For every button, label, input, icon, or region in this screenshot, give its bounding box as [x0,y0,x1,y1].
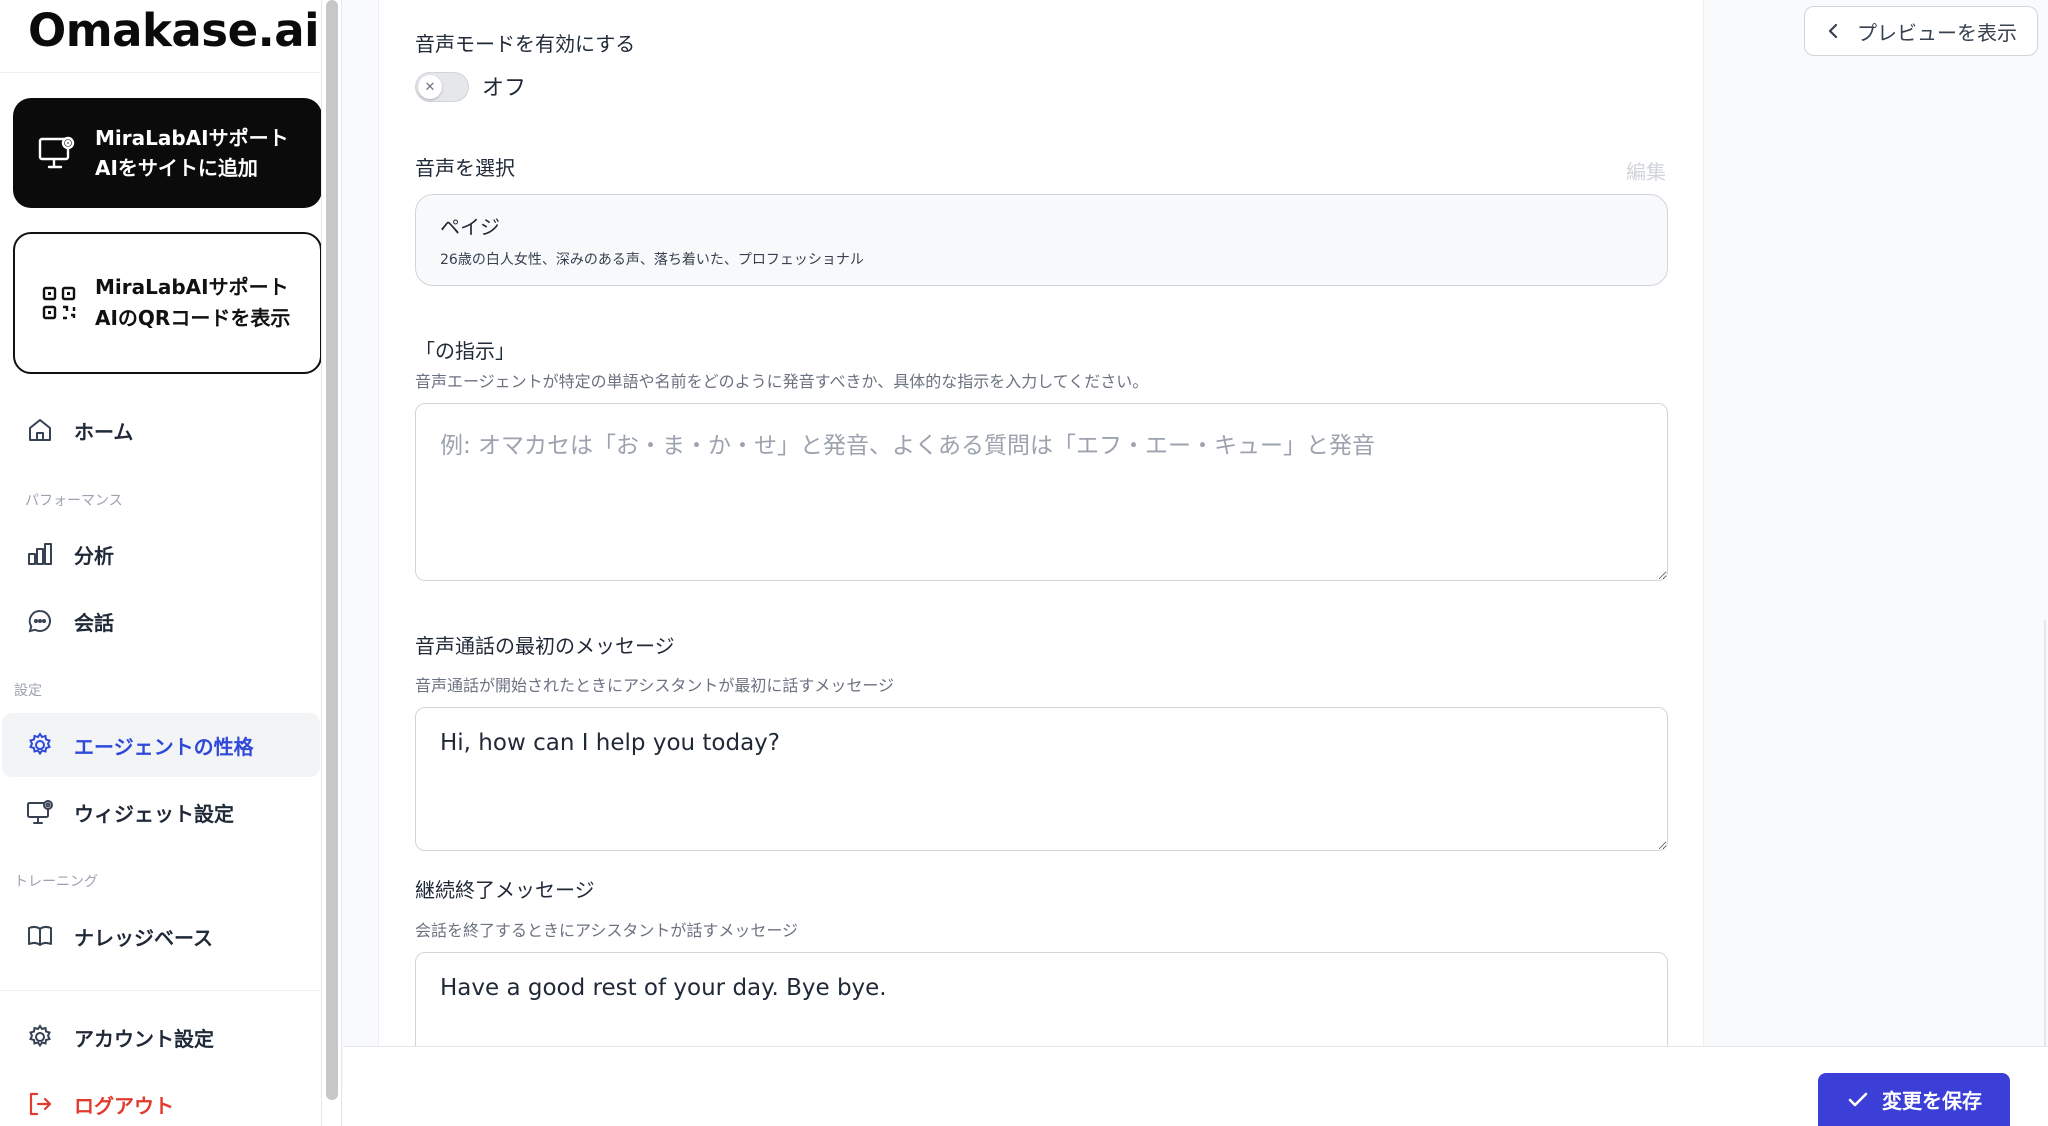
first-message-helper: 音声通話が開始されたときにアシスタントが最初に話すメッセージ [415,676,895,695]
show-preview-label: プレビューを表示 [1857,20,2017,45]
end-message-helper: 会話を終了するときにアシスタントが話すメッセージ [415,921,799,940]
gear-icon [29,732,51,756]
book-icon [28,925,52,946]
sidebar-item-label: 分析 [74,543,114,568]
chat-bubble-icon [28,609,51,633]
sidebar-item-home[interactable]: ホーム [2,398,320,462]
pronunciation-helper: 音声エージェントが特定の単語や名前をどのように発音すべきか、具体的な指示を入力し… [415,372,1149,391]
close-icon: ✕ [418,75,442,99]
sidebar-item-label: エージェントの性格 [74,734,254,759]
sidebar-item-logout[interactable]: ログアウト [2,1072,320,1126]
sidebar-item-label: アカウント設定 [74,1026,214,1051]
voice-name: ペイジ [440,215,500,239]
show-preview-button[interactable]: プレビューを表示 [1804,6,2038,56]
monitor-gear-icon [27,800,53,824]
chevron-left-icon [1828,23,1838,39]
sidebar-item-label: ホーム [74,419,134,444]
show-qr-button[interactable]: MiraLabAIサポートAIのQRコードを表示 [13,232,321,374]
sidebar-item-label: ナレッジベース [74,925,213,950]
sidebar-item-analytics[interactable]: 分析 [2,522,320,586]
divider [0,72,321,73]
save-changes-label: 変更を保存 [1882,1089,1982,1113]
add-to-site-button[interactable]: MiraLabAIサポートAIをサイトに追加 [13,98,321,208]
gear-icon [29,1024,51,1048]
voice-select-box[interactable]: ペイジ 26歳の白人女性、深みのある声、落ち着いた、プロフェッショナル [415,194,1668,286]
voice-select-label: 音声を選択 [415,156,515,180]
pronunciation-input[interactable] [415,403,1668,581]
sidebar-item-widget-settings[interactable]: ウィジェット設定 [2,780,320,844]
sidebar-scrollbar-thumb[interactable] [326,0,338,1100]
footer-bar [343,1046,2048,1126]
voice-edit-link[interactable]: 編集 [1626,156,1666,185]
section-label-performance: パフォーマンス [25,493,123,509]
pronunciation-label: 「の指示」 [415,339,515,363]
voice-mode-label: 音声モードを有効にする [415,32,636,56]
section-label-settings: 設定 [14,683,42,699]
first-message-input[interactable] [415,707,1668,851]
divider [0,990,321,991]
app-logo[interactable]: Omakase.ai [28,4,320,57]
checkmark-icon [1848,1092,1868,1106]
monitor-gear-icon [38,136,75,169]
bar-chart-icon [28,543,52,565]
logout-icon [29,1092,52,1116]
show-qr-label: MiraLabAIサポートAIのQRコードを表示 [95,275,291,330]
sidebar-item-knowledge-base[interactable]: ナレッジベース [2,904,320,968]
qr-code-icon [42,286,76,320]
home-icon [29,419,51,441]
voice-mode-state: オフ [482,76,527,101]
sidebar-item-label: ウィジェット設定 [74,801,234,826]
first-message-label: 音声通話の最初のメッセージ [415,634,675,658]
sidebar-item-conversations[interactable]: 会話 [2,589,320,653]
section-label-training: トレーニング [14,874,98,890]
voice-mode-toggle[interactable]: ✕ [415,72,469,102]
add-to-site-label: MiraLabAIサポートAIをサイトに追加 [95,126,289,180]
sidebar-item-account-settings[interactable]: アカウント設定 [2,1005,320,1069]
page-scrollbar[interactable] [2044,620,2046,1050]
save-changes-button[interactable]: 変更を保存 [1818,1073,2010,1126]
sidebar-item-label: 会話 [74,610,114,635]
sidebar-item-agent-personality[interactable]: エージェントの性格 [2,713,320,777]
voice-description: 26歳の白人女性、深みのある声、落ち着いた、プロフェッショナル [440,252,864,268]
sidebar-item-label: ログアウト [74,1093,174,1118]
sidebar: Omakase.ai MiraLabAIサポートAIをサイトに追加 MiraLa… [0,0,322,1126]
end-message-label: 継続終了メッセージ [415,878,595,902]
